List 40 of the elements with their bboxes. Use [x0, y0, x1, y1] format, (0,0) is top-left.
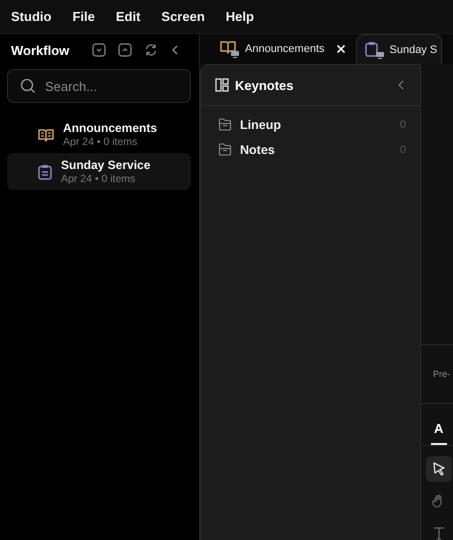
folder-icon — [218, 143, 232, 156]
menu-item[interactable]: Studio — [11, 9, 52, 24]
chevron-left-icon[interactable] — [396, 78, 406, 92]
folder-icon — [218, 118, 232, 131]
close-icon[interactable] — [336, 44, 346, 54]
menu-item[interactable]: Edit — [116, 9, 140, 24]
clipboard-icon — [38, 164, 52, 180]
sidebar-title: Workflow — [11, 42, 70, 58]
book-with-monitor-icon — [220, 40, 240, 58]
expand-all-icon[interactable] — [118, 43, 132, 57]
menu-item[interactable]: Screen — [161, 9, 205, 24]
refresh-icon[interactable] — [144, 43, 158, 57]
document-tab[interactable]: Announcements — [216, 34, 350, 64]
section-label: Pre- — [433, 369, 450, 379]
search-input[interactable]: Search... — [45, 78, 175, 94]
clipboard-with-monitor-icon — [364, 40, 384, 58]
item-title: Announcements — [63, 121, 158, 135]
folder-item[interactable]: Notes 0 — [201, 137, 420, 162]
layout-icon — [215, 78, 229, 92]
item-meta: Apr 24 • 0 items — [61, 173, 136, 185]
document-tab[interactable]: Sunday S — [356, 34, 442, 64]
search-bar[interactable]: Search... — [7, 69, 191, 103]
menu-item[interactable]: File — [72, 9, 95, 24]
item-title: Sunday Service — [61, 158, 150, 172]
text-tool-icon — [432, 526, 446, 540]
folder-count: 0 — [400, 118, 406, 130]
panel-title: Keynotes — [235, 78, 295, 92]
folder-count: 0 — [400, 144, 406, 156]
pointer-icon — [432, 462, 446, 476]
workflow-item[interactable]: Sunday Service Apr 24 • 0 items — [7, 153, 191, 190]
tool-button[interactable] — [426, 456, 452, 482]
workflow-item[interactable]: Announcements Apr 24 • 0 items — [7, 116, 191, 153]
chevron-left-icon[interactable] — [170, 43, 180, 57]
panel-tab[interactable]: A — [431, 421, 448, 445]
collapse-all-icon[interactable] — [92, 43, 106, 57]
menu-item[interactable]: Help — [226, 9, 254, 24]
search-icon — [20, 78, 36, 94]
item-meta: Apr 24 • 0 items — [63, 136, 138, 148]
book-icon — [38, 128, 54, 142]
folder-item[interactable]: Lineup 0 — [201, 112, 420, 137]
